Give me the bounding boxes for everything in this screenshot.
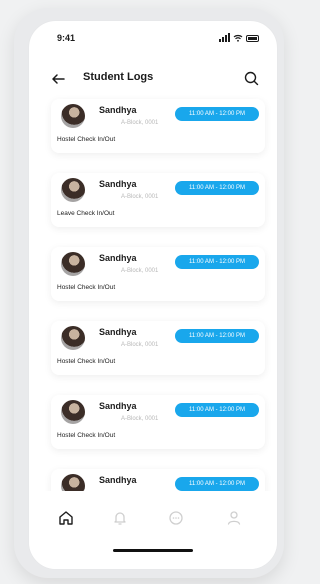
time-badge: 11:00 AM - 12:00 PM (175, 403, 259, 417)
bottom-nav (29, 491, 277, 569)
log-type: Hostel Check In/Out (57, 432, 116, 439)
time-badge: 11:00 AM - 12:00 PM (175, 181, 259, 195)
wifi-icon (233, 34, 243, 42)
student-name: Sandhya (99, 327, 137, 337)
battery-icon (246, 35, 259, 42)
student-location: A-Block, 0001 (121, 416, 159, 422)
status-icons (219, 33, 259, 42)
avatar (61, 104, 85, 128)
log-type: Hostel Check In/Out (57, 358, 116, 365)
log-card[interactable]: Sandhya A-Block, 0001 11:00 AM - 12:00 P… (51, 247, 265, 301)
log-card[interactable]: Sandhya A-Block, 0001 11:00 AM - 12:00 P… (51, 395, 265, 449)
home-indicator (113, 549, 193, 552)
student-name: Sandhya (99, 253, 137, 263)
log-type: Hostel Check In/Out (57, 284, 116, 291)
student-name: Sandhya (99, 475, 137, 485)
chat-icon[interactable] (167, 509, 185, 527)
avatar (61, 252, 85, 276)
phone-screen: 9:41 Student Logs Sandhya A-Block, 0001 … (28, 20, 278, 570)
status-time: 9:41 (57, 33, 76, 43)
status-bar: 9:41 (29, 21, 277, 57)
student-location: A-Block, 0001 (121, 268, 159, 274)
log-card[interactable]: Sandhya A-Block, 0001 11:00 AM - 12:00 P… (51, 173, 265, 227)
home-icon[interactable] (57, 509, 75, 527)
avatar (61, 326, 85, 350)
log-card[interactable]: Sandhya A-Block, 0001 11:00 AM - 12:00 P… (51, 321, 265, 375)
student-name: Sandhya (99, 401, 137, 411)
student-name: Sandhya (99, 105, 137, 115)
student-name: Sandhya (99, 179, 137, 189)
time-badge: 11:00 AM - 12:00 PM (175, 107, 259, 121)
signal-icon (219, 33, 230, 42)
log-card[interactable]: Sandhya A-Block, 0001 11:00 AM - 12:00 P… (51, 99, 265, 153)
student-location: A-Block, 0001 (121, 194, 159, 200)
student-location: A-Block, 0001 (121, 120, 159, 126)
user-icon[interactable] (225, 509, 243, 527)
avatar (61, 400, 85, 424)
avatar (61, 178, 85, 202)
time-badge: 11:00 AM - 12:00 PM (175, 329, 259, 343)
page-title: Student Logs (83, 71, 154, 83)
time-badge: 11:00 AM - 12:00 PM (175, 477, 259, 491)
log-type: Leave Check In/Out (57, 210, 115, 217)
log-type: Hostel Check In/Out (57, 136, 116, 143)
header: Student Logs (29, 61, 277, 97)
student-location: A-Block, 0001 (121, 342, 159, 348)
log-list: Sandhya A-Block, 0001 11:00 AM - 12:00 P… (29, 99, 277, 523)
bell-icon[interactable] (111, 509, 129, 527)
time-badge: 11:00 AM - 12:00 PM (175, 255, 259, 269)
search-icon[interactable] (244, 71, 259, 86)
arrow-left-icon[interactable] (51, 72, 65, 86)
